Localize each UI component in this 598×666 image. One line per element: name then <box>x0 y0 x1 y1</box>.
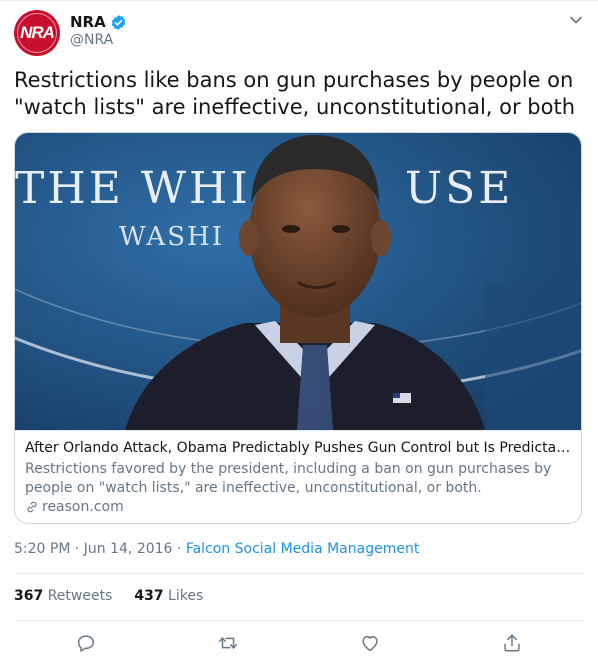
top-border <box>0 0 598 1</box>
likes-label: Likes <box>168 588 204 604</box>
share-button[interactable] <box>500 631 524 655</box>
link-icon <box>27 501 37 513</box>
card-title[interactable]: After Orlando Attack, Obama Predictably … <box>25 439 571 458</box>
tweet-meta: 5:20 PM · Jun 14, 2016 · Falcon Social M… <box>14 541 419 557</box>
card-domain[interactable]: reason.com <box>42 499 124 515</box>
avatar-logo-text: NRA <box>20 23 55 42</box>
share-icon <box>504 634 520 652</box>
retweet-stat[interactable]: 367 Retweets <box>14 588 112 604</box>
like-button[interactable] <box>358 631 382 655</box>
account-name[interactable]: NRA <box>70 13 106 31</box>
tweet-text: Restrictions like bans on gun purchases … <box>14 68 576 119</box>
card-body[interactable]: After Orlando Attack, Obama Predictably … <box>15 430 581 523</box>
card-domain-row[interactable]: reason.com <box>25 499 573 515</box>
account-handle[interactable]: @NRA <box>70 32 113 48</box>
divider <box>14 620 584 621</box>
link-card[interactable]: THE WHI USE WASHI After Orlando Attack, … <box>14 132 582 524</box>
card-description: Restrictions favored by the president, i… <box>25 461 552 496</box>
heart-icon <box>362 635 378 652</box>
meta-separator: · <box>172 541 186 557</box>
svg-text:USE: USE <box>405 163 513 214</box>
svg-text:WASHI: WASHI <box>119 222 224 252</box>
retweet-button[interactable] <box>216 631 240 655</box>
reply-icon <box>77 635 95 652</box>
retweet-icon <box>219 637 237 649</box>
tweet-date[interactable]: Jun 14, 2016 <box>84 541 173 557</box>
reply-button[interactable] <box>74 631 98 655</box>
avatar[interactable]: NRA <box>14 10 60 56</box>
svg-text:THE WHI: THE WHI <box>15 163 251 214</box>
likes-count: 437 <box>134 588 164 604</box>
tweet-time[interactable]: 5:20 PM <box>14 541 70 557</box>
meta-separator: · <box>70 541 84 557</box>
retweets-count: 367 <box>14 588 44 604</box>
card-image[interactable]: THE WHI USE WASHI <box>15 133 582 430</box>
retweets-label: Retweets <box>47 588 113 604</box>
chevron-down-icon[interactable] <box>568 12 584 28</box>
account-name-row[interactable]: NRA <box>70 13 127 31</box>
likes-stat[interactable]: 437 Likes <box>134 588 203 604</box>
tweet-source[interactable]: Falcon Social Media Management <box>186 541 420 557</box>
divider <box>14 573 584 574</box>
action-bar <box>0 631 598 657</box>
tweet-stats: 367 Retweets 437 Likes <box>14 588 203 604</box>
verified-badge-icon <box>111 14 125 30</box>
